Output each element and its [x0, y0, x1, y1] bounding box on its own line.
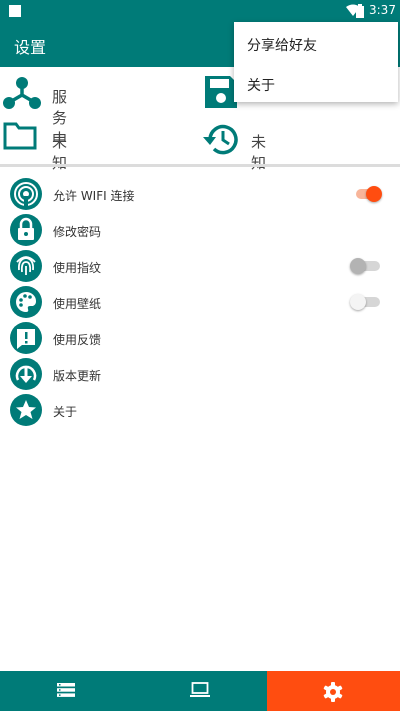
setting-label: 允许 WIFI 连接 — [53, 189, 135, 203]
menu-item-about[interactable]: 关于 — [247, 75, 275, 95]
setting-label: 使用反馈 — [53, 333, 102, 347]
list-icon — [57, 683, 75, 697]
bottom-nav — [0, 671, 400, 711]
tab-computer[interactable] — [133, 671, 267, 711]
setting-label: 版本更新 — [53, 369, 102, 383]
network-node-icon — [3, 77, 41, 109]
fingerprint-icon — [10, 250, 42, 282]
setting-about[interactable]: 关于 — [0, 392, 400, 428]
setting-label: 使用指纹 — [53, 261, 102, 275]
save-floppy-icon — [205, 76, 237, 108]
wifi-toggle[interactable] — [356, 186, 382, 202]
setting-update[interactable]: 版本更新 — [0, 356, 400, 392]
battery-icon — [356, 4, 364, 18]
star-icon — [10, 394, 42, 426]
setting-feedback[interactable]: 使用反馈 — [0, 320, 400, 356]
setting-label: 关于 — [53, 405, 78, 419]
palette-icon — [10, 286, 42, 318]
page-title: 设置 — [14, 38, 47, 57]
notification-square-icon — [9, 5, 21, 17]
wallpaper-toggle[interactable] — [350, 294, 382, 310]
menu-item-share[interactable]: 分享给好友 — [247, 35, 317, 55]
setting-wallpaper[interactable]: 使用壁纸 — [0, 284, 400, 320]
overflow-menu: 分享给好友 关于 — [234, 22, 398, 102]
history-icon — [203, 124, 238, 155]
tab-settings[interactable] — [267, 671, 400, 711]
divider — [0, 164, 400, 167]
setting-change-password[interactable]: 修改密码 — [0, 212, 400, 248]
tab-list[interactable] — [0, 671, 133, 711]
status-bar: 3:37 — [0, 0, 400, 22]
setting-fingerprint[interactable]: 使用指纹 — [0, 248, 400, 284]
status-time: 3:37 — [369, 3, 396, 17]
download-icon — [10, 358, 42, 390]
laptop-icon — [190, 682, 210, 697]
setting-label: 修改密码 — [53, 225, 102, 239]
setting-label: 使用壁纸 — [53, 297, 102, 311]
wifi-signal-icon — [10, 178, 42, 210]
lock-icon — [10, 214, 42, 246]
folder-icon — [3, 122, 37, 150]
feedback-icon — [10, 322, 42, 354]
gear-icon — [323, 682, 343, 702]
setting-allow-wifi[interactable]: 允许 WIFI 连接 — [0, 176, 400, 212]
fingerprint-toggle[interactable] — [350, 258, 382, 274]
